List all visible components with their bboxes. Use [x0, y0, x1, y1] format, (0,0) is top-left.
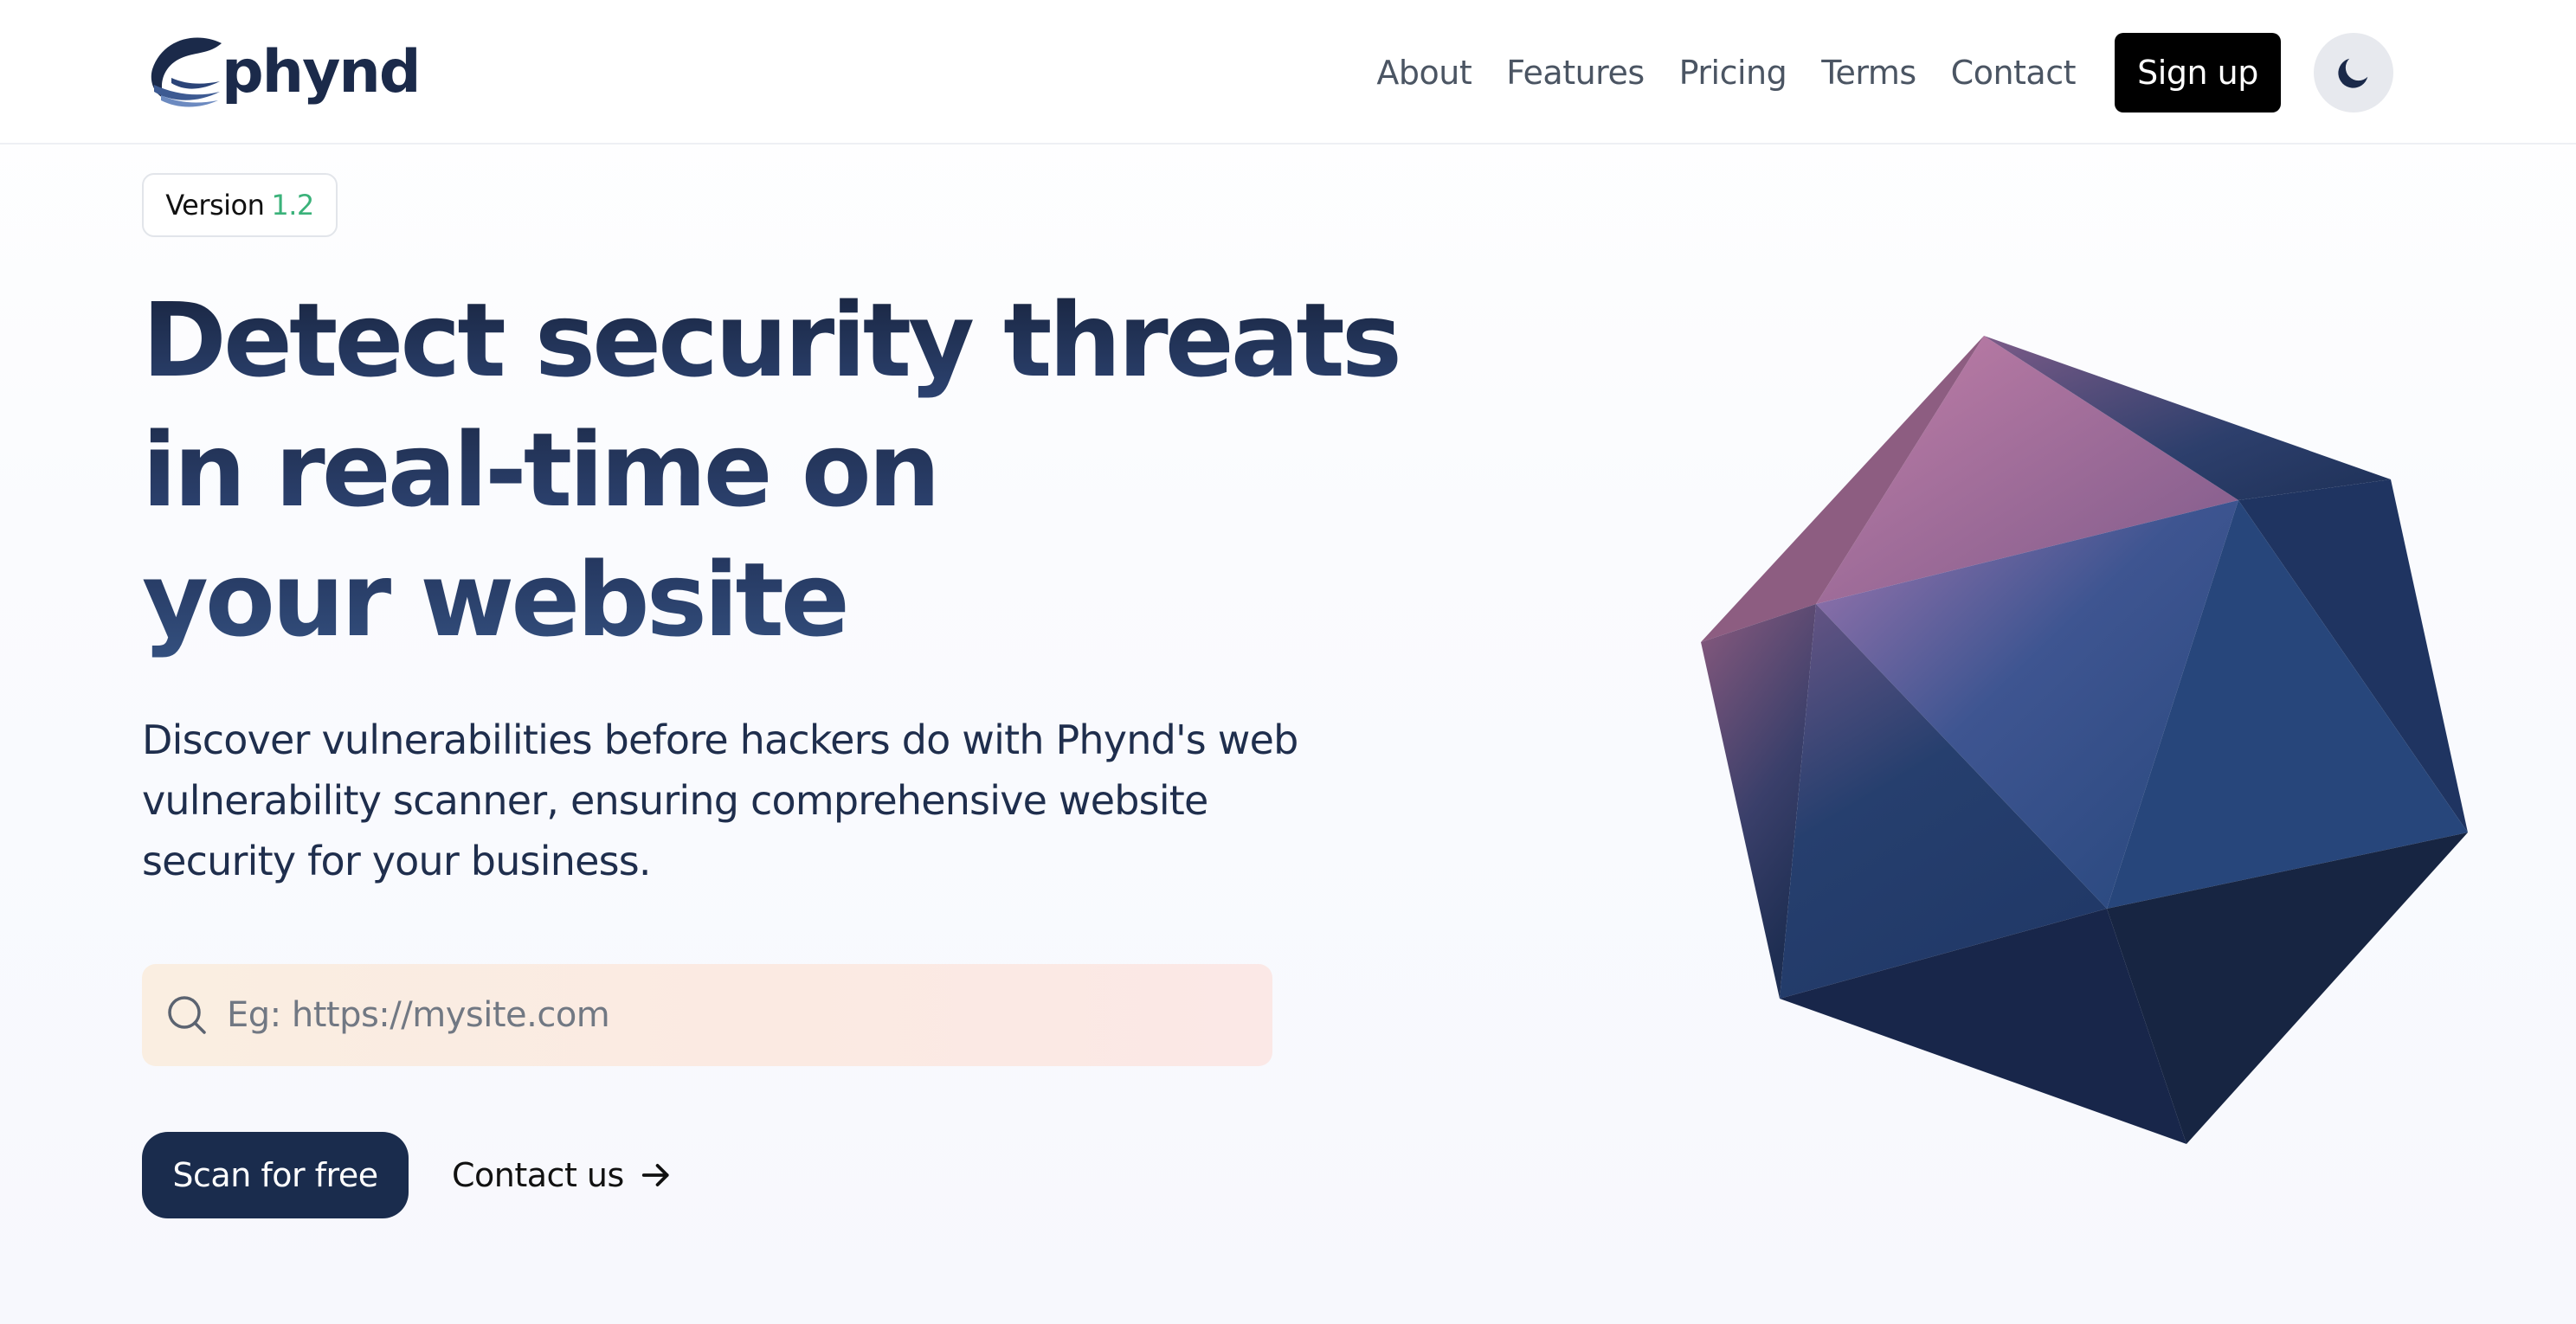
brand-logo[interactable]: phynd	[145, 31, 421, 114]
moon-icon	[2338, 58, 2368, 88]
scan-for-free-button[interactable]: Scan for free	[142, 1132, 409, 1218]
hero-headline: Detect security threats in real-time on …	[142, 275, 1440, 665]
main-nav: About Features Pricing Terms Contact	[1376, 43, 2076, 102]
headline-line-3: your website	[142, 540, 850, 659]
headline-highlight: your website	[142, 535, 850, 665]
url-search-box[interactable]	[142, 964, 1272, 1066]
brand-name: phynd	[222, 38, 421, 106]
nav-contact[interactable]: Contact	[1951, 54, 2077, 92]
version-label: Version	[165, 189, 265, 222]
search-icon	[168, 996, 206, 1034]
nav-about[interactable]: About	[1376, 54, 1472, 92]
headline-line-1: Detect security threats	[142, 275, 1440, 405]
arrow-right-icon	[641, 1164, 669, 1186]
theme-toggle-button[interactable]	[2314, 33, 2393, 112]
signup-button[interactable]: Sign up	[2115, 33, 2281, 112]
nav-pricing[interactable]: Pricing	[1679, 54, 1787, 92]
landing-page: phynd About Features Pricing Terms Conta…	[0, 0, 2576, 1324]
nav-features[interactable]: Features	[1506, 54, 1645, 92]
hero-subtitle: Discover vulnerabilities before hackers …	[142, 717, 1298, 884]
contact-us-label: Contact us	[452, 1156, 624, 1194]
headline-line-2: in real-time on	[142, 405, 1440, 535]
contact-us-link[interactable]: Contact us	[452, 1132, 673, 1218]
version-number: 1.2	[271, 189, 314, 222]
url-input[interactable]	[227, 995, 1222, 1035]
wave-logo-icon	[151, 37, 222, 107]
nav-terms[interactable]: Terms	[1821, 54, 1916, 92]
site-header: phynd About Features Pricing Terms Conta…	[0, 0, 2576, 145]
version-badge: Version 1.2	[142, 173, 338, 237]
hero-gem-illustration	[1701, 336, 2468, 1144]
